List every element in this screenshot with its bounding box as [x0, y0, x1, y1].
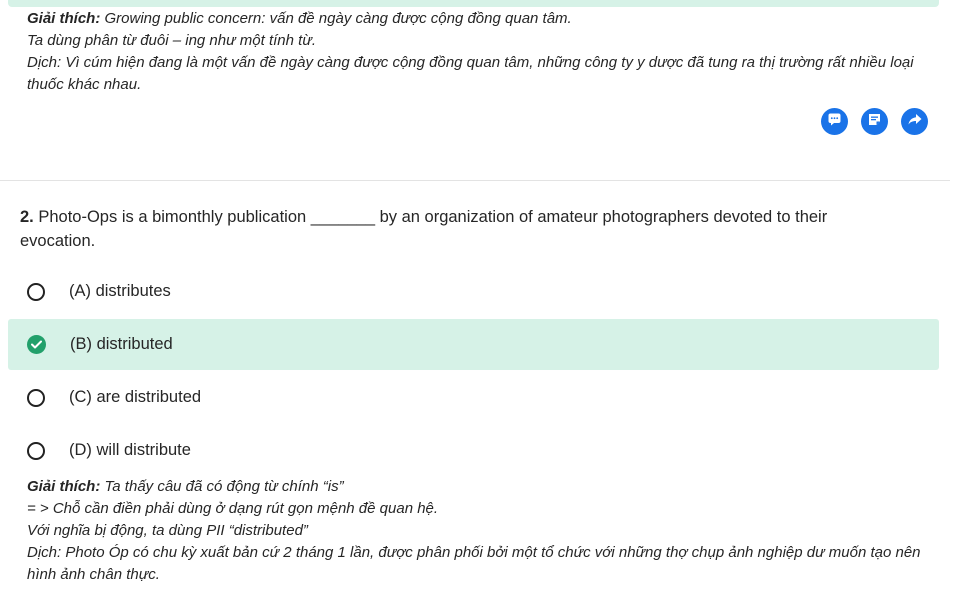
question-divider [0, 180, 950, 181]
explanation-line: Growing public concern: vấn đề ngày càng… [104, 10, 572, 27]
option-label: (D) will distribute [69, 441, 191, 459]
option-c[interactable]: (C) are distributed [8, 372, 939, 423]
explanation-line: Với nghĩa bị động, ta dùng PII “distribu… [27, 522, 308, 539]
explanation-translation: Dịch: Photo Óp có chu kỳ xuất bản cứ 2 t… [27, 544, 921, 583]
explanation-line: Ta thấy câu đã có động từ chính “is” [104, 478, 344, 495]
radio-icon[interactable] [27, 282, 45, 301]
option-d[interactable]: (D) will distribute [8, 425, 939, 476]
comment-icon [828, 113, 841, 131]
answer-explanation: Giải thích: Ta thấy câu đã có động từ ch… [27, 476, 932, 586]
option-label: (C) are distributed [69, 388, 202, 406]
comment-button[interactable] [821, 108, 848, 135]
previous-answer-highlight [8, 0, 939, 7]
option-a[interactable]: (A) distributes [8, 266, 939, 317]
share-button[interactable] [901, 108, 928, 135]
explanation-line: = > Chỗ cần điền phải dùng ở dạng rút gọ… [27, 500, 439, 517]
explanation-translation: Dịch: Vì cúm hiện đang là một vấn đề ngà… [27, 54, 914, 93]
question-text: 2. Photo-Ops is a bimonthly publication … [20, 205, 900, 253]
note-button[interactable] [861, 108, 888, 135]
explanation-label: Giải thích: [27, 478, 101, 495]
explanation-label: Giải thích: [27, 10, 101, 27]
option-label: (A) distributes [69, 282, 171, 300]
question-number: 2. [20, 208, 34, 226]
answer-options: (A) distributes (B) distributed (C) are … [8, 266, 939, 478]
previous-explanation: Giải thích: Growing public concern: vấn … [27, 8, 932, 96]
explanation-line: Ta dùng phân từ đuôi – ing như một tính … [27, 32, 316, 49]
radio-icon[interactable] [27, 388, 45, 407]
radio-icon[interactable] [27, 441, 45, 460]
check-circle-icon [27, 335, 46, 354]
question-body: Photo-Ops is a bimonthly publication ___… [20, 208, 828, 250]
option-label: (B) distributed [70, 335, 173, 353]
option-b-correct[interactable]: (B) distributed [8, 319, 939, 370]
share-icon [908, 113, 922, 131]
note-icon [868, 113, 881, 131]
action-buttons [821, 108, 928, 135]
